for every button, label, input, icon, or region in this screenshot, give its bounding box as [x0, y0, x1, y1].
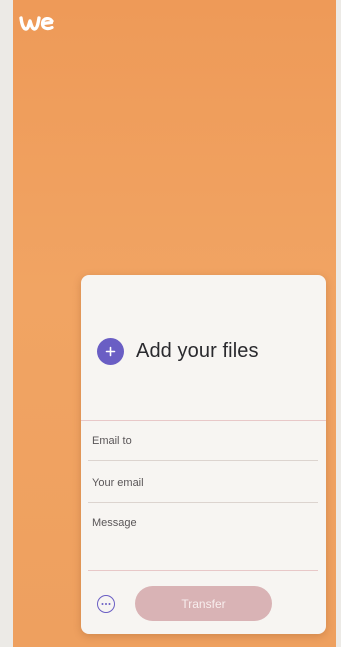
- wetransfer-logo-icon[interactable]: [19, 12, 55, 34]
- transfer-panel: Add your files Transfer: [81, 275, 326, 634]
- message-input[interactable]: [88, 505, 322, 577]
- add-files-button[interactable]: [97, 338, 124, 365]
- add-files-label[interactable]: Add your files: [136, 340, 259, 363]
- your-email-input[interactable]: [88, 463, 322, 502]
- message-field[interactable]: [88, 505, 322, 577]
- your-email-field[interactable]: [88, 463, 322, 503]
- left-border: [0, 0, 13, 647]
- transfer-button[interactable]: Transfer: [135, 586, 272, 621]
- add-files-row[interactable]: Add your files: [97, 338, 259, 365]
- more-options-button[interactable]: [97, 595, 115, 613]
- email-to-field[interactable]: [88, 421, 322, 461]
- right-border: [336, 0, 341, 647]
- more-options-icon: [101, 603, 111, 605]
- page-background: Add your files Transfer: [0, 0, 341, 647]
- plus-icon: [105, 346, 116, 357]
- email-to-input[interactable]: [88, 421, 322, 460]
